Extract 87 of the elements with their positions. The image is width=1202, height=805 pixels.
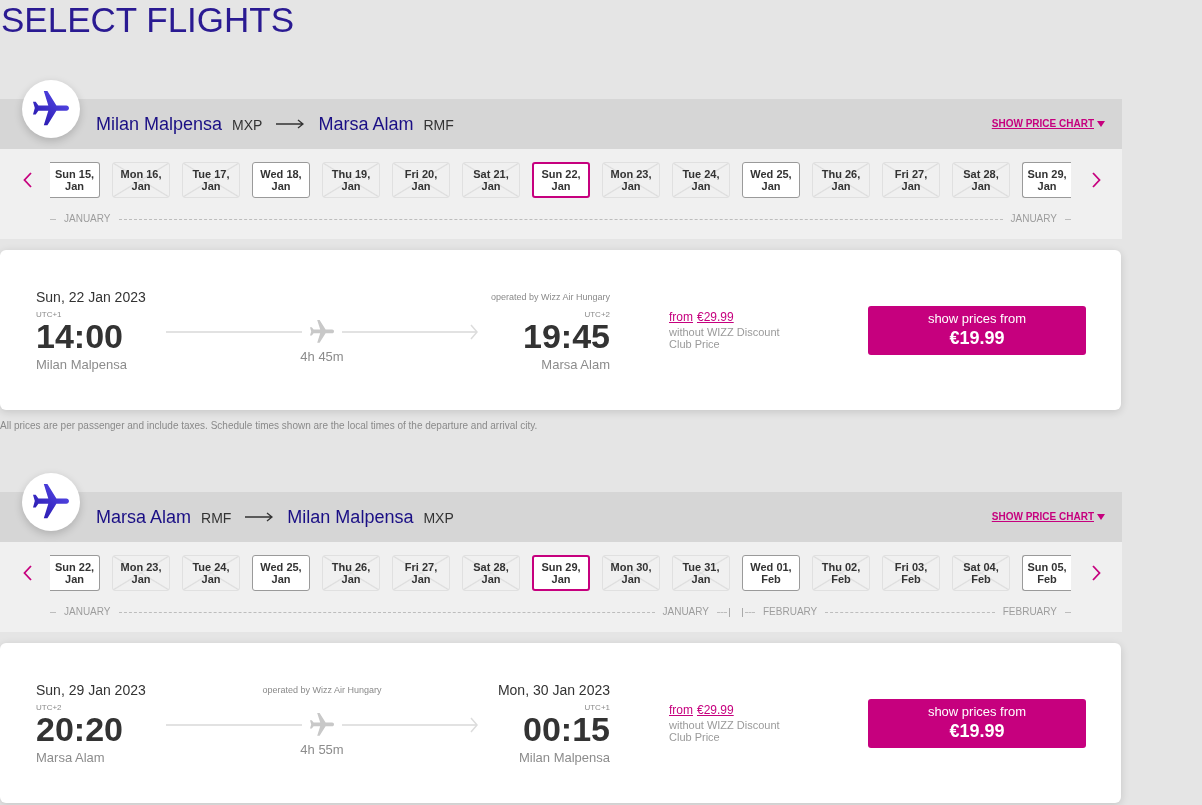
month-label: JANUARY (662, 606, 709, 618)
long-arrow-icon (245, 512, 274, 522)
departure-time: 14:00 (36, 320, 123, 352)
date-tile[interactable]: Fri 27, Jan (392, 555, 450, 591)
date-tile[interactable]: Sun 22, Jan (532, 162, 590, 198)
departure-timezone: UTC+1 (36, 310, 62, 320)
date-tile[interactable]: Sat 28, Jan (952, 162, 1010, 198)
price-chart-link[interactable]: SHOW PRICE CHART (991, 118, 1105, 130)
origin-code: RMF (201, 509, 232, 527)
departure-date: Sun, 22 Jan 2023 (36, 288, 146, 307)
arrival-airport: Milan Malpensa (518, 749, 610, 767)
show-prices-button[interactable]: show prices from €19.99 (868, 698, 1086, 748)
date-tile[interactable]: Sun 05, Feb (1022, 555, 1071, 591)
date-tile[interactable]: Mon 16, Jan (112, 162, 170, 198)
date-tile[interactable]: Fri 20, Jan (392, 162, 450, 198)
caret-down-icon (1097, 514, 1105, 520)
month-label: FEBRUARY (763, 606, 818, 618)
from-link[interactable]: from (669, 703, 693, 717)
date-tile[interactable]: Wed 18, Jan (252, 162, 310, 198)
date-tile[interactable]: Wed 01, Feb (742, 555, 800, 591)
chevron-left-icon (22, 172, 32, 188)
destination-code: RMF (423, 116, 454, 134)
caret-down-icon (1097, 121, 1105, 127)
date-tile[interactable]: Mon 30, Jan (602, 555, 660, 591)
month-label: JANUARY (64, 213, 111, 225)
month-label: JANUARY (1010, 213, 1057, 225)
from-link[interactable]: from (669, 310, 693, 324)
arrival-timezone: UTC+2 (584, 310, 610, 320)
date-tile[interactable]: Tue 24, Jan (672, 162, 730, 198)
operator-text: operated by Wizz Air Hungary (490, 291, 610, 303)
price-footnote: All prices are per passenger and include taxes. Schedule times shown are the local times of the departure and arrival city. (0, 420, 538, 432)
date-tile[interactable]: Fri 27, Jan (882, 162, 940, 198)
origin-code: MXP (232, 116, 263, 134)
price-note: without WIZZ Discount Club Price (669, 326, 781, 350)
price-note: without WIZZ Discount Club Price (669, 719, 781, 743)
month-label: FEBRUARY (1002, 606, 1057, 618)
regular-price-link[interactable]: €29.99 (697, 703, 734, 717)
date-tile[interactable]: Fri 03, Feb (882, 555, 940, 591)
date-tile[interactable]: Thu 26, Jan (322, 555, 380, 591)
date-tile[interactable]: Tue 17, Jan (182, 162, 240, 198)
date-tile[interactable]: Sun 15, Jan (50, 162, 100, 198)
origin-city: Milan Malpensa (96, 113, 223, 135)
date-tile[interactable]: Sat 28, Jan (462, 555, 520, 591)
arrival-airport: Marsa Alam (541, 356, 610, 374)
date-tile[interactable]: Wed 25, Jan (742, 162, 800, 198)
date-tile[interactable]: Mon 23, Jan (602, 162, 660, 198)
departure-date: Sun, 29 Jan 2023 (36, 681, 146, 700)
date-tile[interactable]: Tue 31, Jan (672, 555, 730, 591)
long-arrow-icon (276, 119, 305, 129)
origin-city: Marsa Alam (96, 506, 192, 528)
chevron-left-icon (22, 565, 32, 581)
date-tile[interactable]: Thu 02, Feb (812, 555, 870, 591)
destination-city: Milan Malpensa (287, 506, 414, 528)
flight-duration: 4h 45m (300, 350, 344, 364)
flight-duration: 4h 55m (300, 743, 344, 757)
date-tile[interactable]: Sat 21, Jan (462, 162, 520, 198)
show-prices-button[interactable]: show prices from €19.99 (868, 305, 1086, 355)
date-tile[interactable]: Sun 22, Jan (50, 555, 100, 591)
arrival-timezone: UTC+1 (584, 703, 610, 713)
date-tile[interactable]: Sat 04, Feb (952, 555, 1010, 591)
date-tile[interactable]: Thu 19, Jan (322, 162, 380, 198)
airplane-logo-icon (22, 473, 80, 531)
arrival-date: Mon, 30 Jan 2023 (497, 681, 610, 700)
price-chart-link[interactable]: SHOW PRICE CHART (991, 511, 1105, 523)
month-label: JANUARY (64, 606, 111, 618)
chevron-right-icon (1091, 565, 1101, 581)
regular-price-link[interactable]: €29.99 (697, 310, 734, 324)
departure-airport: Milan Malpensa (36, 356, 128, 374)
arrival-time: 00:15 (523, 713, 610, 745)
destination-code: MXP (423, 509, 454, 527)
departure-timezone: UTC+2 (36, 703, 62, 713)
airplane-logo-icon (22, 80, 80, 138)
date-tile[interactable]: Thu 26, Jan (812, 162, 870, 198)
date-tile[interactable]: Tue 24, Jan (182, 555, 240, 591)
page-title: SELECT FLIGHTS (0, 0, 295, 40)
chevron-right-icon (1091, 172, 1101, 188)
destination-city: Marsa Alam (318, 113, 414, 135)
airplane-icon (310, 713, 334, 737)
date-tile[interactable]: Wed 25, Jan (252, 555, 310, 591)
operator-text: operated by Wizz Air Hungary (262, 684, 382, 696)
date-tile[interactable]: Sun 29, Jan (532, 555, 590, 591)
airplane-icon (310, 320, 334, 344)
departure-time: 20:20 (36, 713, 123, 745)
date-tile[interactable]: Sun 29, Jan (1022, 162, 1071, 198)
arrival-time: 19:45 (523, 320, 610, 352)
date-tile[interactable]: Mon 23, Jan (112, 555, 170, 591)
departure-airport: Marsa Alam (36, 749, 105, 767)
